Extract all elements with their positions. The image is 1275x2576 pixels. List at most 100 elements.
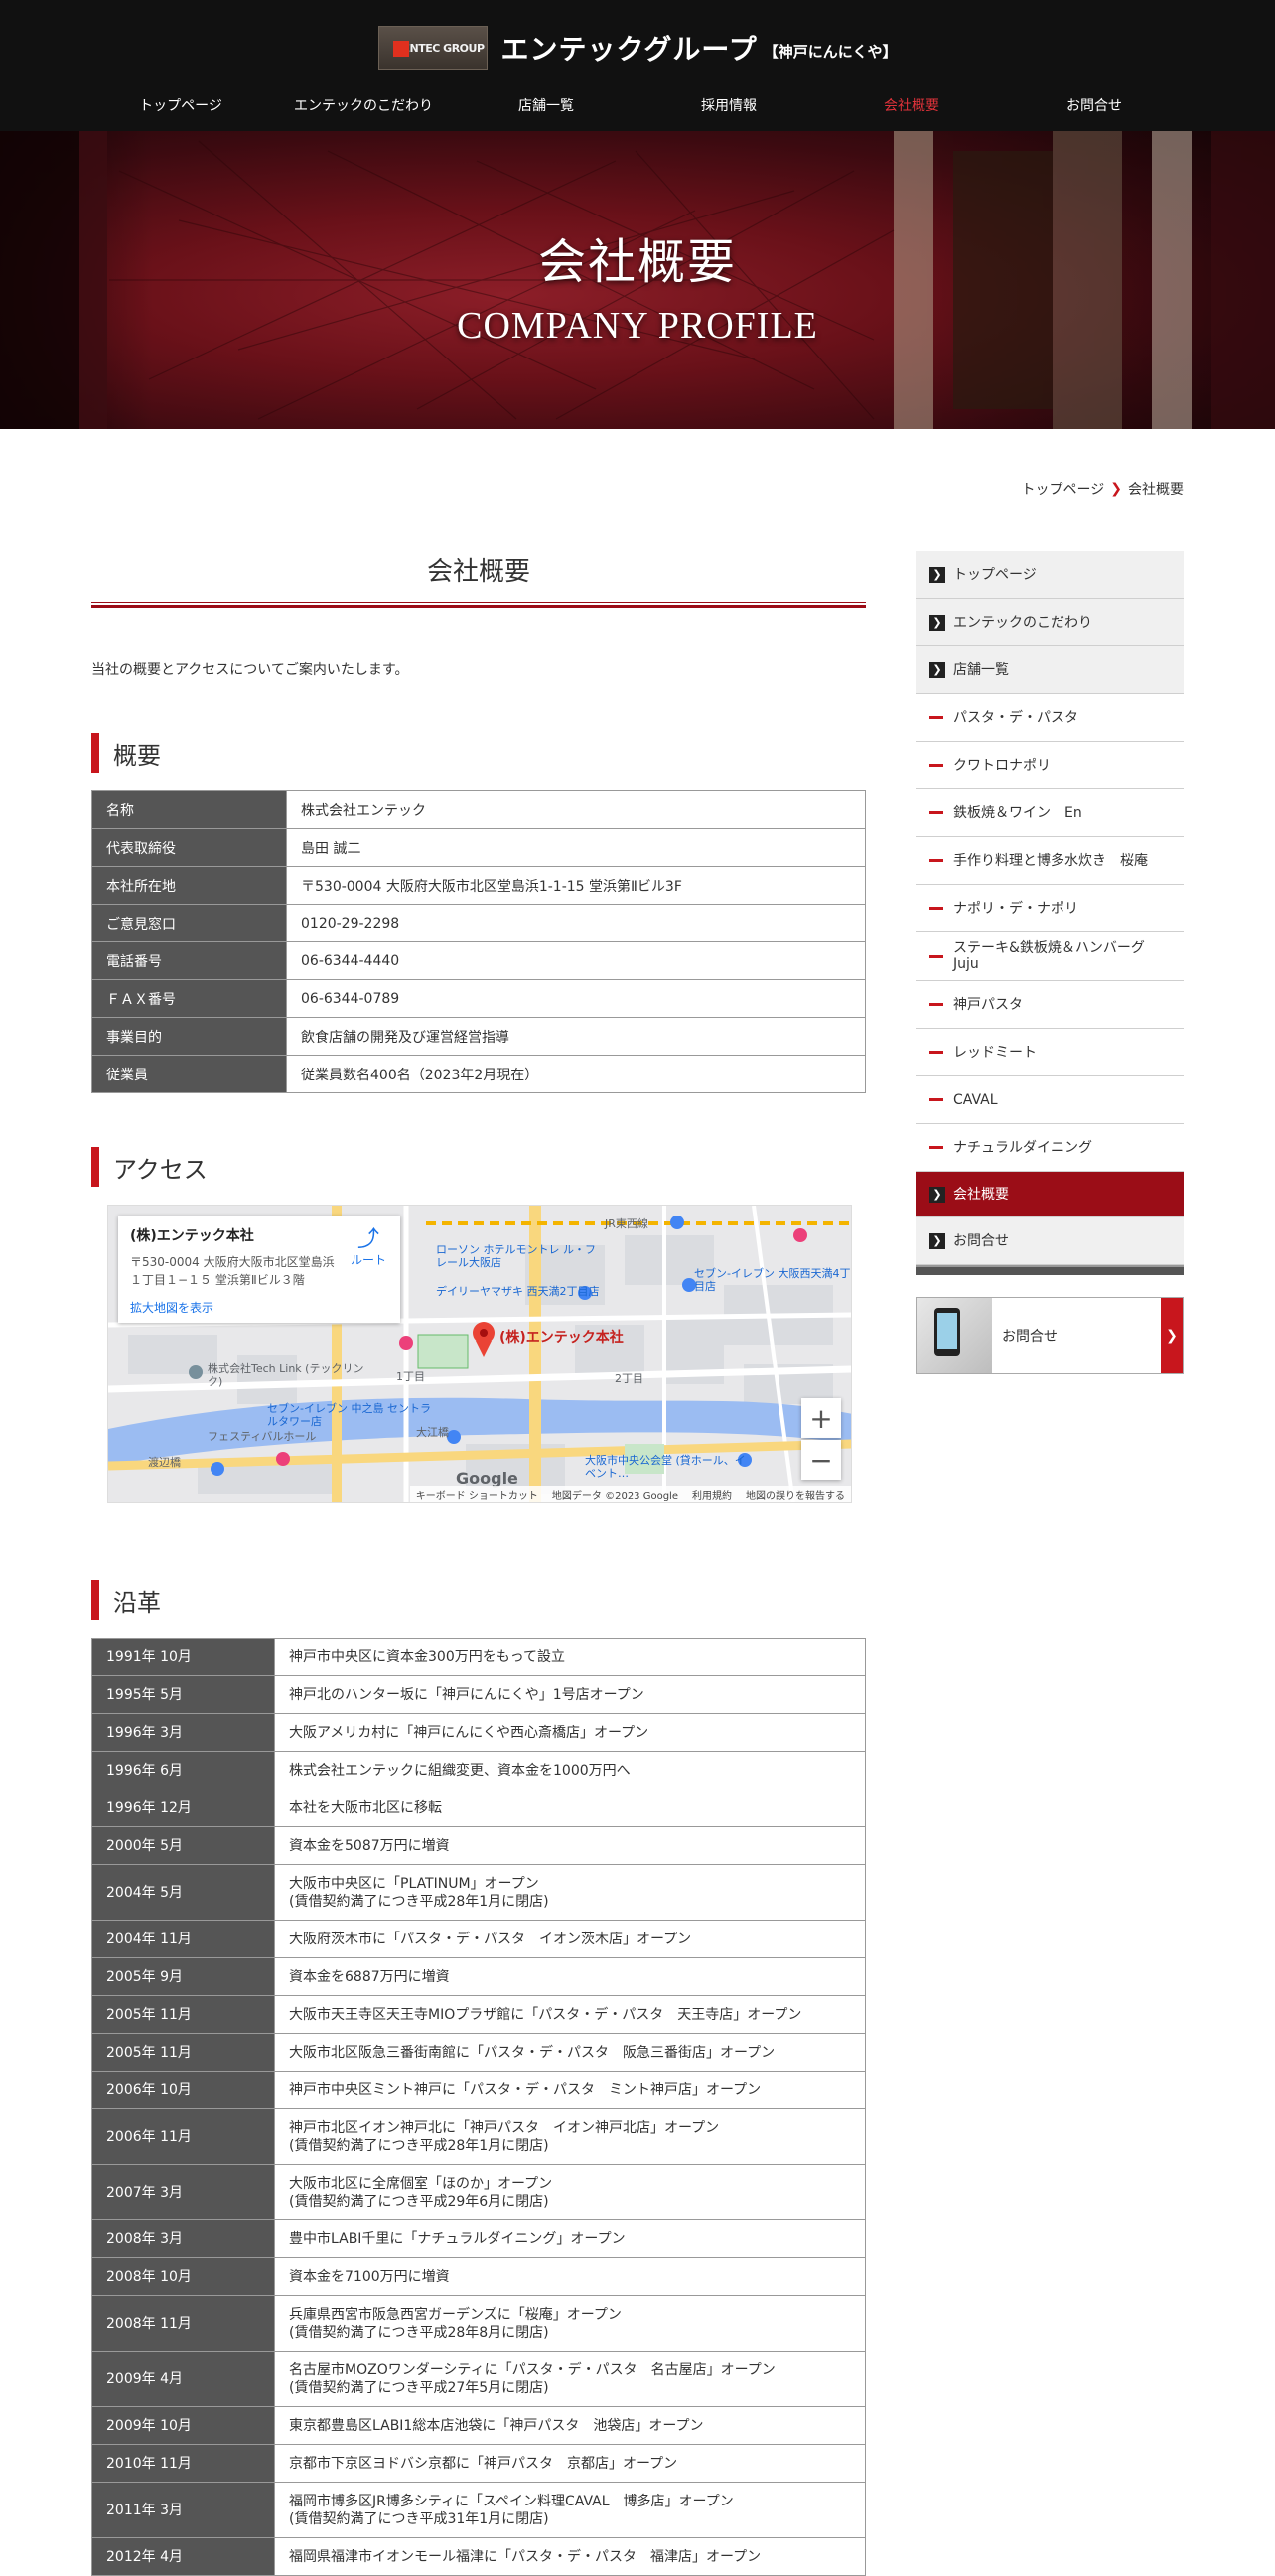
history-event: 兵庫県西宮市阪急西宮ガーデンズに「桜庵」オープン (賃借契約満了につき平成28年8…	[274, 2295, 866, 2352]
map-place-label[interactable]: フェスティバルホール	[208, 1430, 316, 1443]
history-date: 2008年 11月	[91, 2295, 275, 2352]
overview-label: 事業目的	[91, 1017, 287, 1056]
history-event: 名古屋市MOZOワンダーシティに「パスタ・デ・パスタ 名古屋店」オープン (賃借契…	[274, 2351, 866, 2407]
section-heading-text: アクセス	[113, 1155, 208, 1184]
sidebar-bottom-bar	[916, 1265, 1184, 1275]
hero-subtitle: COMPANY PROFILE	[457, 305, 818, 347]
chevron-right-icon: ❯	[929, 661, 945, 678]
map-route-button[interactable]: ⤴ ルート	[349, 1229, 388, 1268]
overview-label: ＦＡＸ番号	[91, 979, 287, 1018]
map-place-label[interactable]: 2丁目	[615, 1372, 643, 1385]
history-event: 神戸市中央区ミント神戸に「パスタ・デ・パスタ ミント神戸店」オープン	[274, 2071, 866, 2109]
sidebar-item[interactable]: ステーキ&鉄板焼＆ハンバーグ Juju	[916, 932, 1184, 981]
nav-item[interactable]: 採用情報	[638, 95, 820, 115]
map-report-link[interactable]: 地図の誤りを報告する	[746, 1487, 845, 1502]
nav-item[interactable]: エンテックのこだわり	[272, 95, 455, 115]
sidebar-item-label: 手作り料理と博多水炊き 桜庵	[953, 852, 1148, 869]
nav-item[interactable]: 店舗一覧	[455, 95, 638, 115]
history-row: 1995年 5月 神戸北のハンター坂に「神戸にんにくや」1号店オープン	[91, 1675, 866, 1714]
directions-icon: ⤴	[356, 1227, 379, 1252]
history-event: 神戸市北区イオン神戸北に「神戸パスタ イオン神戸北店」オープン (賃借契約満了につ…	[274, 2108, 866, 2165]
history-date: 1991年 10月	[91, 1638, 275, 1676]
map-place-label[interactable]: 大阪市中央公会堂 (貸ホール、イベント…	[585, 1454, 754, 1480]
overview-value: 従業員数名400名（2023年2月現在）	[286, 1055, 866, 1093]
history-row: 2007年 3月 大阪市北区に全席個室「ほのか」オープン (賃借契約満了につき平成2…	[91, 2164, 866, 2220]
history-row: 1996年 12月 本社を大阪市北区に移転	[91, 1789, 866, 1827]
map-place-label[interactable]: 株式会社Tech Link (テックリンク)	[208, 1362, 376, 1388]
history-date: 1995年 5月	[91, 1675, 275, 1714]
sidebar-item[interactable]: ❯ 店舗一覧	[916, 646, 1184, 694]
overview-row: 電話番号 06-6344-4440	[91, 941, 866, 980]
history-event: 神戸市中央区に資本金300万円をもって設立	[274, 1638, 866, 1676]
history-row: 2004年 11月 大阪府茨木市に「パスタ・デ・パスタ イオン茨木店」オープン	[91, 1920, 866, 1958]
map-place-label[interactable]: 大江橋	[416, 1426, 449, 1439]
map-place-address: 〒530-0004 大阪府大阪市北区堂島浜１丁目１−１５ 堂浜第Ⅱビル３階	[130, 1255, 335, 1287]
sidebar-contact-banner[interactable]: お問合せ ❯	[916, 1297, 1184, 1374]
sidebar-item[interactable]: 鉄板焼＆ワイン En	[916, 789, 1184, 837]
breadcrumb-home[interactable]: トップページ	[1022, 479, 1105, 499]
overview-label: 代表取締役	[91, 828, 287, 867]
dash-icon	[929, 764, 943, 767]
sidebar-item[interactable]: クワトロナポリ	[916, 742, 1184, 789]
overview-value: 06-6344-4440	[286, 941, 866, 980]
history-event-line: (賃借契約満了につき平成29年6月に閉店)	[289, 2193, 549, 2210]
overview-row: 本社所在地 〒530-0004 大阪府大阪市北区堂島浜1-1-15 堂浜第Ⅱビル3…	[91, 866, 866, 905]
logo[interactable]: ENTEC GROUP	[377, 26, 488, 70]
history-date: 2005年 9月	[91, 1957, 275, 1996]
map-large-link[interactable]: 拡大地図を表示	[130, 1299, 388, 1316]
chevron-right-icon: ❯	[929, 1186, 945, 1203]
map-place-label[interactable]: 1丁目	[396, 1370, 425, 1383]
overview-value: 06-6344-0789	[286, 979, 866, 1018]
sidebar-item-label: ナポリ・デ・ナポリ	[953, 900, 1078, 917]
history-event-line: 豊中市LABI千里に「ナチュラルダイニング」オープン	[289, 2230, 626, 2247]
global-nav: トップページ エンテックのこだわり 店舗一覧 採用情報 会社概要 お問合せ	[89, 95, 1186, 115]
sidebar-item[interactable]: パスタ・デ・パスタ	[916, 694, 1184, 742]
breadcrumb: トップページ ❯ 会社概要	[1022, 479, 1184, 499]
sidebar-item[interactable]: ❯ エンテックのこだわり	[916, 599, 1184, 646]
history-date: 2009年 4月	[91, 2351, 275, 2407]
sidebar-item[interactable]: CAVAL	[916, 1076, 1184, 1124]
map-place-label[interactable]: JR東西線	[605, 1217, 648, 1230]
sidebar-item[interactable]: レッドミート	[916, 1029, 1184, 1076]
intro-text: 当社の概要とアクセスについてご案内いたします。	[91, 662, 409, 678]
history-event: 資本金を5087万円に増資	[274, 1826, 866, 1865]
history-row: 1996年 6月 株式会社エンテックに組織変更、資本金を1000万円へ	[91, 1751, 866, 1789]
nav-item[interactable]: 会社概要	[820, 95, 1003, 115]
map-shortcuts-link[interactable]: キーボード ショートカット	[416, 1487, 538, 1502]
history-table: 1991年 10月 神戸市中央区に資本金300万円をもって設立 1995年 5月 神戸…	[91, 1638, 866, 2576]
sidebar-item[interactable]: 神戸パスタ	[916, 981, 1184, 1029]
map-zoom-out-button[interactable]: −	[801, 1440, 841, 1480]
map-place-label[interactable]: ローソン ホテルモントレ ル・フレール大阪店	[436, 1243, 605, 1269]
sidebar-item-label: クワトロナポリ	[953, 757, 1051, 774]
site-header: ENTEC GROUP エンテックグループ 【神戸にんにくや】 トップページ エン…	[0, 0, 1275, 131]
map-terms-link[interactable]: 利用規約	[692, 1487, 732, 1502]
site-title[interactable]: エンテックグループ	[501, 28, 758, 68]
overview-table: 名称 株式会社エンテック 代表取締役 島田 誠二 本社所在地 〒530-0004 大阪府大…	[91, 790, 866, 1093]
map-zoom-in-button[interactable]: +	[801, 1398, 841, 1438]
nav-item[interactable]: お問合せ	[1003, 95, 1186, 115]
sidebar-item[interactable]: ナチュラルダイニング	[916, 1124, 1184, 1172]
history-event-line: 大阪府茨木市に「パスタ・デ・パスタ イオン茨木店」オープン	[289, 1931, 692, 1947]
history-row: 2005年 9月 資本金を6887万円に増資	[91, 1957, 866, 1996]
map-pin-label[interactable]: (株)エンテック本社	[499, 1327, 624, 1347]
sidebar-item[interactable]: ❯ 会社概要	[916, 1172, 1184, 1217]
map-place-label[interactable]: 渡辺橋	[148, 1456, 181, 1469]
history-event: 福岡市博多区JR博多シティに「スペイン料理CAVAL 博多店」オープン (賃借契約…	[274, 2482, 866, 2538]
map-place-label[interactable]: セブン-イレブン 大阪西天満4丁目店	[694, 1267, 851, 1293]
overview-row: 事業目的 飲食店舗の開発及び運営経営指導	[91, 1017, 866, 1056]
google-map[interactable]: (株)エンテック本社 ローソン ホテルモントレ ル・フレール大阪店セブン-イレブ…	[107, 1205, 852, 1503]
sidebar-item[interactable]: 手作り料理と博多水炊き 桜庵	[916, 837, 1184, 885]
overview-label: 本社所在地	[91, 866, 287, 905]
dash-icon	[929, 1051, 943, 1054]
sidebar: ❯ トップページ ❯ エンテックのこだわり ❯ 店舗一覧 パスタ・デ・パスタクワトロナポリ鉄…	[916, 551, 1184, 1374]
main-content: 会社概要 当社の概要とアクセスについてご案内いたします。 概要 名称 株式会社エン…	[91, 551, 866, 2576]
sidebar-item[interactable]: ❯ お問合せ	[916, 1217, 1184, 1265]
sidebar-item[interactable]: ナポリ・デ・ナポリ	[916, 885, 1184, 932]
dash-icon	[929, 1098, 943, 1101]
map-place-label[interactable]: デイリーヤマザキ 西天満2丁目店	[436, 1285, 600, 1298]
nav-item[interactable]: トップページ	[89, 95, 272, 115]
history-date: 2006年 10月	[91, 2071, 275, 2109]
sidebar-item[interactable]: ❯ トップページ	[916, 551, 1184, 599]
map-place-label[interactable]: セブン-イレブン 中之島 セントラルタワー店	[267, 1402, 436, 1428]
overview-label: ご意見窓口	[91, 904, 287, 942]
